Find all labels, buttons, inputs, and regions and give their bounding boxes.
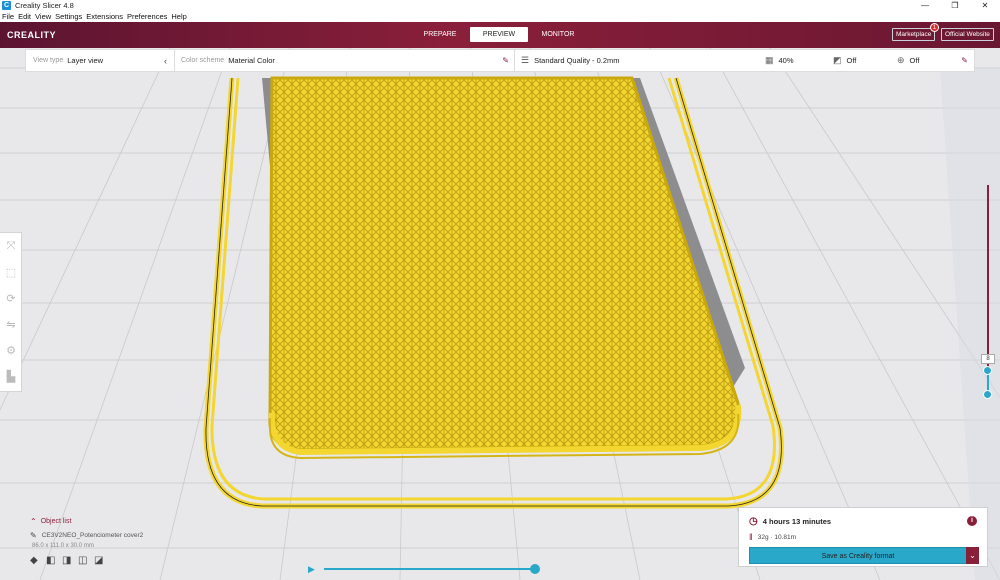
object-list-toggle[interactable]: ⌃ Object list xyxy=(30,517,230,526)
window-controls: — ❐ ✕ xyxy=(910,0,1000,11)
creality-logo: CREALITY xyxy=(7,30,56,40)
color-scheme-label: Color scheme xyxy=(181,57,225,64)
mirror-tool-icon[interactable]: ⇋ xyxy=(0,311,22,337)
header-bar: CREALITY PREPARE PREVIEW MONITOR Marketp… xyxy=(0,22,1000,48)
move-tool-icon[interactable]: ⤧ xyxy=(0,233,22,259)
color-scheme-selector[interactable]: Color scheme Material Color ✎ xyxy=(175,49,515,72)
close-button[interactable]: ✕ xyxy=(970,0,1000,11)
material-usage: 32g · 10.81m xyxy=(757,533,797,541)
view-orientation-buttons: ◆ ◧ ◨ ◫ ◪ xyxy=(30,555,230,567)
menu-settings[interactable]: Settings xyxy=(55,12,82,21)
adhesion-icon: ⊕ xyxy=(897,55,905,65)
path-slider-track[interactable] xyxy=(324,568,534,570)
menu-bar: File Edit View Settings Extensions Prefe… xyxy=(0,11,1000,22)
view-front-icon[interactable]: ◧ xyxy=(46,555,60,567)
color-scheme-value: Material Color xyxy=(228,56,275,65)
profile-icon: ☰ xyxy=(521,55,530,65)
menu-help[interactable]: Help xyxy=(171,12,186,21)
adhesion-value: Off xyxy=(909,56,920,65)
support-value: Off xyxy=(846,56,857,65)
menu-view[interactable]: View xyxy=(35,12,51,21)
pencil-icon: ✎ xyxy=(30,531,37,540)
window-title: Creality Slicer 4.8 xyxy=(15,1,74,10)
path-slider-handle[interactable] xyxy=(530,564,540,574)
clock-icon: ◷ xyxy=(749,516,758,527)
quality-profile: Standard Quality - 0.2mm xyxy=(534,56,620,65)
infill-value: 40% xyxy=(778,56,794,65)
marketplace-button[interactable]: Marketplace xyxy=(892,28,936,41)
pencil-icon[interactable]: ✎ xyxy=(502,56,509,65)
view-left-icon[interactable]: ◫ xyxy=(78,555,92,567)
info-icon[interactable]: i xyxy=(967,516,977,526)
chevron-up-icon: ⌃ xyxy=(30,517,37,526)
per-model-settings-icon[interactable]: ⚙ xyxy=(0,337,22,363)
layer-slider-upper-handle[interactable] xyxy=(983,366,992,375)
object-name: CE3V2NEO_Potenciometer cover2 xyxy=(41,532,144,539)
stage-tabs: PREPARE PREVIEW MONITOR xyxy=(411,27,588,42)
pencil-icon[interactable]: ✎ xyxy=(961,56,968,65)
tool-strip: ⤧ ⬚ ⟳ ⇋ ⚙ ▙ xyxy=(0,232,22,392)
view-settings-bar: View type Layer view ‹ Color scheme Mate… xyxy=(25,49,975,72)
scale-tool-icon[interactable]: ⬚ xyxy=(0,259,22,285)
support-blocker-icon[interactable]: ▙ xyxy=(0,363,22,389)
infill-icon: ▦ xyxy=(765,55,774,65)
object-name-row[interactable]: ✎ CE3V2NEO_Potenciometer cover2 xyxy=(30,531,230,540)
print-settings-summary[interactable]: ☰ Standard Quality - 0.2mm ▦ 40% ◩ Off ⊕… xyxy=(515,49,974,72)
tab-preview[interactable]: PREVIEW xyxy=(470,27,528,42)
official-website-button[interactable]: Official Website xyxy=(941,28,994,41)
save-button[interactable]: Save as Creality format xyxy=(749,547,967,564)
menu-file[interactable]: File xyxy=(2,12,14,21)
menu-extensions[interactable]: Extensions xyxy=(86,12,123,21)
current-layer-number[interactable]: 8 xyxy=(981,354,995,364)
minimize-button[interactable]: — xyxy=(910,0,940,11)
viewport-3d[interactable] xyxy=(0,48,1000,580)
print-time-row: ◷ 4 hours 13 minutes xyxy=(749,516,831,527)
object-list-title: Object list xyxy=(40,518,72,525)
filament-icon: ‖ xyxy=(749,532,753,542)
view-right-icon[interactable]: ◪ xyxy=(94,555,108,567)
print-info-panel: ◷ 4 hours 13 minutes i ‖ 32g · 10.81m Sa… xyxy=(738,507,988,567)
object-dimensions: 86.0 x 111.0 x 30.0 mm xyxy=(32,543,94,549)
support-icon: ◩ xyxy=(833,55,842,65)
rotate-tool-icon[interactable]: ⟳ xyxy=(0,285,22,311)
view-type-selector[interactable]: View type Layer view ‹ xyxy=(26,49,175,72)
chevron-left-icon[interactable]: ‹ xyxy=(164,56,167,66)
menu-edit[interactable]: Edit xyxy=(18,12,31,21)
build-plate-render xyxy=(0,48,1000,580)
chevron-down-icon[interactable]: ⌄ xyxy=(966,547,979,564)
view-type-label: View type xyxy=(33,57,64,64)
marketplace-badge: 1 xyxy=(930,23,939,32)
view-top-icon[interactable]: ◨ xyxy=(62,555,76,567)
title-bar: C Creality Slicer 4.8 — ❐ ✕ xyxy=(0,0,1000,11)
layer-slider-lower-handle[interactable] xyxy=(983,390,992,399)
view-type-value: Layer view xyxy=(67,56,104,65)
menu-preferences[interactable]: Preferences xyxy=(127,12,167,21)
view-3d-icon[interactable]: ◆ xyxy=(30,555,44,567)
layer-slider-track[interactable] xyxy=(987,185,989,371)
app-icon: C xyxy=(2,1,11,10)
tab-monitor[interactable]: MONITOR xyxy=(529,27,587,42)
object-list-panel: ⌃ Object list ✎ CE3V2NEO_Potenciometer c… xyxy=(30,517,230,567)
tab-prepare[interactable]: PREPARE xyxy=(411,27,469,42)
print-time: 4 hours 13 minutes xyxy=(762,517,832,526)
maximize-button[interactable]: ❐ xyxy=(940,0,970,11)
play-icon[interactable]: ▶ xyxy=(308,564,315,575)
material-row: ‖ 32g · 10.81m xyxy=(749,532,796,542)
